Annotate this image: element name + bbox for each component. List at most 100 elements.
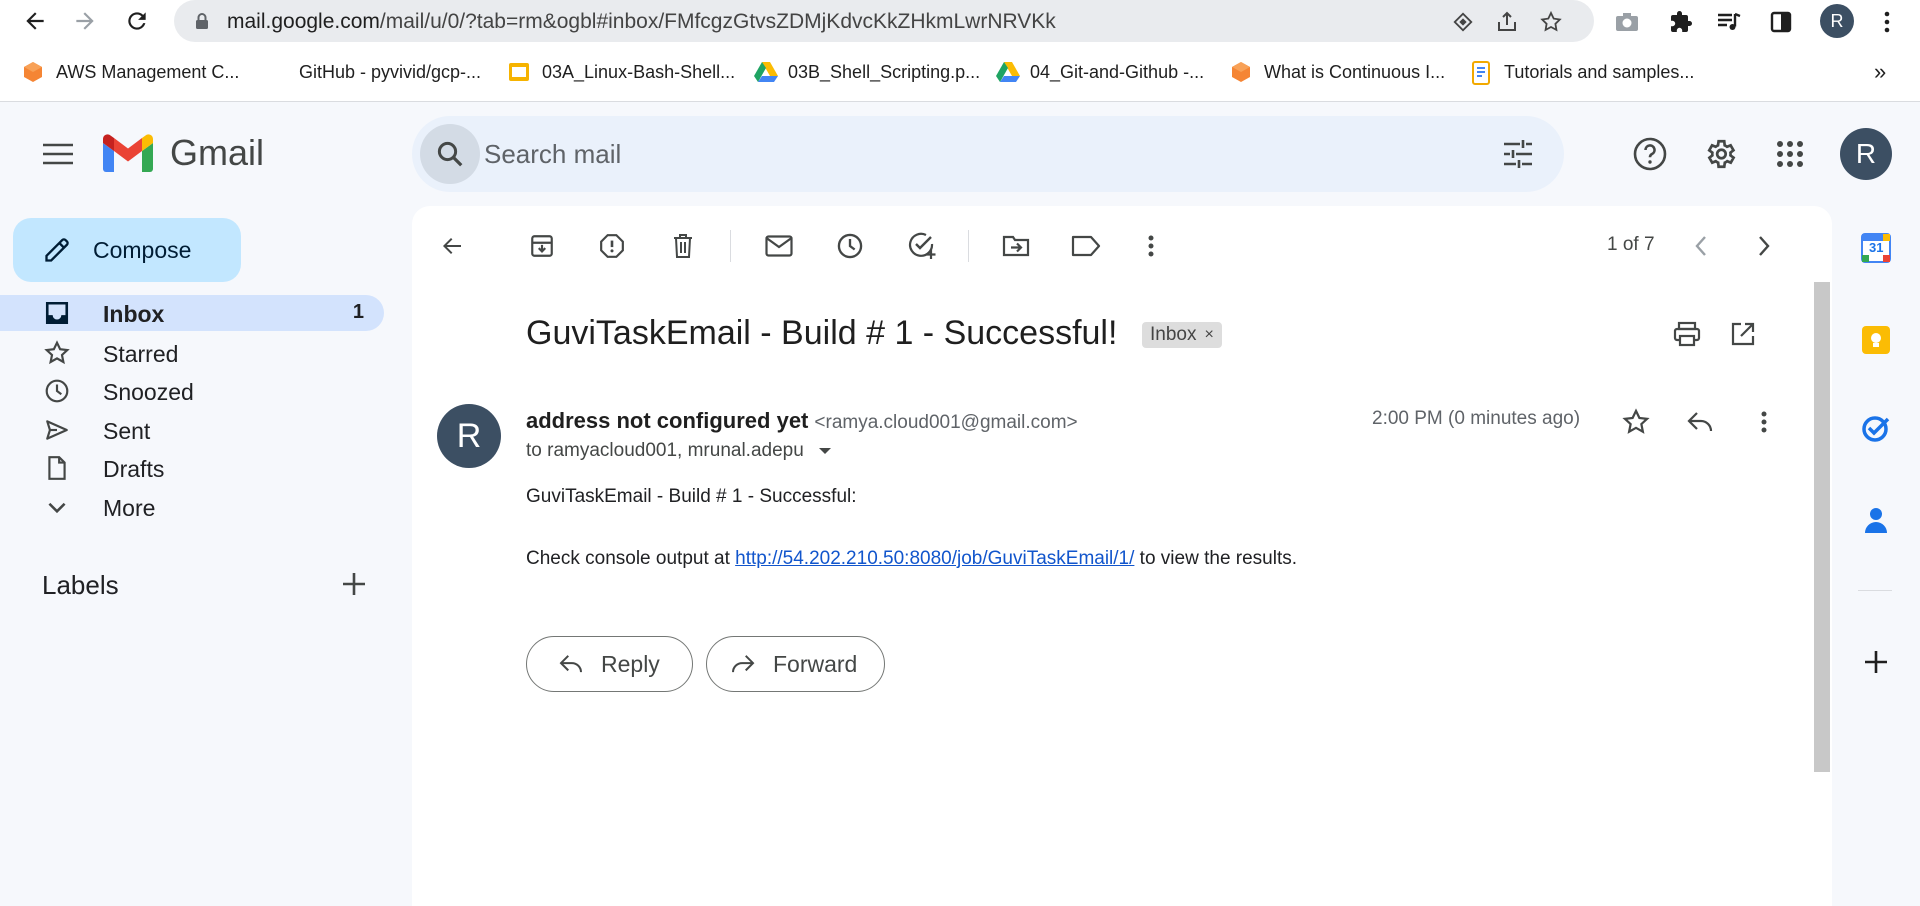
- pagination-text: 1 of 7: [1607, 234, 1655, 255]
- label-icon[interactable]: [1066, 226, 1106, 266]
- sidebar-item-sent[interactable]: Sent: [0, 412, 384, 448]
- gmail-logo-icon[interactable]: [103, 134, 153, 172]
- calendar-icon[interactable]: 31: [1858, 230, 1894, 266]
- bookmark-tutorials[interactable]: Tutorials and samples...: [1470, 59, 1694, 85]
- get-addons-plus-icon[interactable]: [1858, 644, 1894, 680]
- compose-button[interactable]: Compose: [13, 218, 241, 282]
- reader-mode-icon[interactable]: [1450, 9, 1476, 35]
- side-panel-divider: [1858, 590, 1892, 591]
- send-icon: [46, 420, 68, 440]
- show-details-caret-icon[interactable]: [818, 446, 832, 456]
- help-icon[interactable]: [1628, 132, 1672, 176]
- add-to-tasks-icon[interactable]: [902, 226, 942, 266]
- chevron-down-icon: [48, 502, 66, 514]
- forward-button[interactable]: Forward: [706, 636, 885, 692]
- more-options-icon[interactable]: [1131, 226, 1171, 266]
- account-avatar[interactable]: R: [1840, 128, 1892, 180]
- archive-icon[interactable]: [522, 226, 562, 266]
- star-icon: [44, 340, 70, 365]
- keep-icon[interactable]: [1858, 322, 1894, 358]
- search-input[interactable]: [482, 134, 1462, 174]
- chrome-menu-icon[interactable]: [1874, 9, 1900, 35]
- bookmark-shell-scripting[interactable]: 03B_Shell_Scripting.p...: [754, 59, 980, 85]
- report-spam-icon[interactable]: [592, 226, 632, 266]
- address-bar[interactable]: mail.google.com/mail/u/0/?tab=rm&ogbl#in…: [174, 0, 1594, 42]
- forward-nav-icon[interactable]: [70, 6, 100, 36]
- reload-icon[interactable]: [122, 6, 152, 36]
- reply-button[interactable]: Reply: [526, 636, 693, 692]
- drive-icon: [996, 61, 1020, 83]
- snooze-icon[interactable]: [830, 226, 870, 266]
- gmail-wordmark: Gmail: [170, 132, 265, 173]
- sidebar-item-drafts[interactable]: Drafts: [0, 450, 384, 486]
- print-icon[interactable]: [1667, 314, 1707, 354]
- sidebar-item-inbox[interactable]: Inbox 1: [0, 295, 384, 331]
- pencil-icon: [45, 238, 69, 262]
- settings-gear-icon[interactable]: [1698, 132, 1742, 176]
- bookmark-star-icon[interactable]: [1538, 9, 1564, 35]
- sidebar-item-starred[interactable]: Starred: [0, 335, 384, 371]
- mark-unread-icon[interactable]: [759, 226, 799, 266]
- more-bookmarks-button[interactable]: »: [1874, 59, 1886, 85]
- sender-avatar[interactable]: R: [437, 404, 501, 468]
- add-label-icon[interactable]: [340, 570, 370, 600]
- browser-toolbar: mail.google.com/mail/u/0/?tab=rm&ogbl#in…: [0, 0, 1920, 42]
- drive-icon: [754, 61, 778, 83]
- bookmark-aws[interactable]: AWS Management C...: [22, 59, 239, 85]
- draft-icon: [48, 456, 66, 480]
- back-to-inbox-icon[interactable]: [432, 226, 472, 266]
- sidebar-item-snoozed[interactable]: Snoozed: [0, 373, 384, 409]
- delete-icon[interactable]: [663, 226, 703, 266]
- search-bar: [412, 116, 1564, 192]
- side-panel-icon[interactable]: [1768, 9, 1794, 35]
- sidebar-item-more[interactable]: More: [0, 489, 384, 525]
- reply-icon[interactable]: [1682, 404, 1718, 440]
- contacts-icon[interactable]: [1858, 502, 1894, 538]
- scrollbar[interactable]: [1814, 282, 1830, 772]
- message-timestamp: 2:00 PM (0 minutes ago): [1372, 408, 1581, 429]
- doc-icon: [1470, 61, 1492, 85]
- email-body-line: GuviTaskEmail - Build # 1 - Successful:: [526, 486, 857, 507]
- aws-icon: [1230, 61, 1252, 83]
- bookmark-git-github[interactable]: 04_Git-and-Github -...: [996, 59, 1204, 85]
- older-chevron-right-icon[interactable]: [1744, 226, 1784, 266]
- url-text[interactable]: mail.google.com/mail/u/0/?tab=rm&ogbl#in…: [227, 10, 1056, 34]
- bookmarks-bar: AWS Management C... GitHub - pyvivid/gcp…: [0, 42, 1920, 102]
- labels-heading: Labels: [42, 570, 119, 600]
- search-options-icon[interactable]: [1502, 138, 1534, 170]
- apps-grid-icon[interactable]: [1768, 132, 1812, 176]
- lock-icon[interactable]: [194, 12, 210, 30]
- inbox-label-chip[interactable]: Inbox ×: [1142, 322, 1222, 348]
- console-output-link[interactable]: http://54.202.210.50:8080/job/GuviTaskEm…: [735, 548, 1134, 569]
- calendar-day: 31: [1869, 240, 1884, 255]
- forward-arrow-icon: [732, 655, 755, 673]
- main-menu-icon[interactable]: [36, 132, 80, 176]
- browser-profile-avatar[interactable]: R: [1820, 4, 1854, 38]
- extensions-icon[interactable]: [1668, 9, 1694, 35]
- move-to-icon[interactable]: [996, 226, 1036, 266]
- camera-icon[interactable]: [1614, 9, 1640, 35]
- message-view: 1 of 7 GuviTaskEmail - Build # 1 - Succe…: [412, 206, 1832, 906]
- bookmark-github[interactable]: GitHub - pyvivid/gcp-...: [299, 59, 481, 85]
- reply-icon: [559, 655, 582, 673]
- remove-label-icon[interactable]: ×: [1204, 326, 1213, 344]
- bookmark-continuous[interactable]: What is Continuous I...: [1230, 59, 1445, 85]
- aws-icon: [22, 61, 44, 83]
- email-body-line: Check console output at http://54.202.21…: [526, 548, 1298, 569]
- inbox-count: 1: [352, 301, 364, 323]
- recipients-line: to ramyacloud001, mrunal.adepu: [526, 440, 832, 462]
- media-control-icon[interactable]: [1716, 9, 1742, 35]
- open-new-window-icon[interactable]: [1723, 314, 1763, 354]
- newer-chevron-left-icon[interactable]: [1681, 226, 1721, 266]
- message-more-icon[interactable]: [1746, 404, 1782, 440]
- back-icon[interactable]: [20, 6, 50, 36]
- email-subject: GuviTaskEmail - Build # 1 - Successful!: [526, 314, 1118, 352]
- search-icon[interactable]: [420, 124, 480, 184]
- tasks-icon[interactable]: [1858, 410, 1894, 446]
- bookmark-linux-bash[interactable]: 03A_Linux-Bash-Shell...: [508, 59, 735, 85]
- sender-name[interactable]: address not configured yet: [526, 408, 808, 433]
- toolbar-divider: [730, 230, 731, 262]
- star-message-icon[interactable]: [1618, 404, 1654, 440]
- share-icon[interactable]: [1494, 9, 1520, 35]
- sender-email: <ramya.cloud001@gmail.com>: [814, 412, 1078, 433]
